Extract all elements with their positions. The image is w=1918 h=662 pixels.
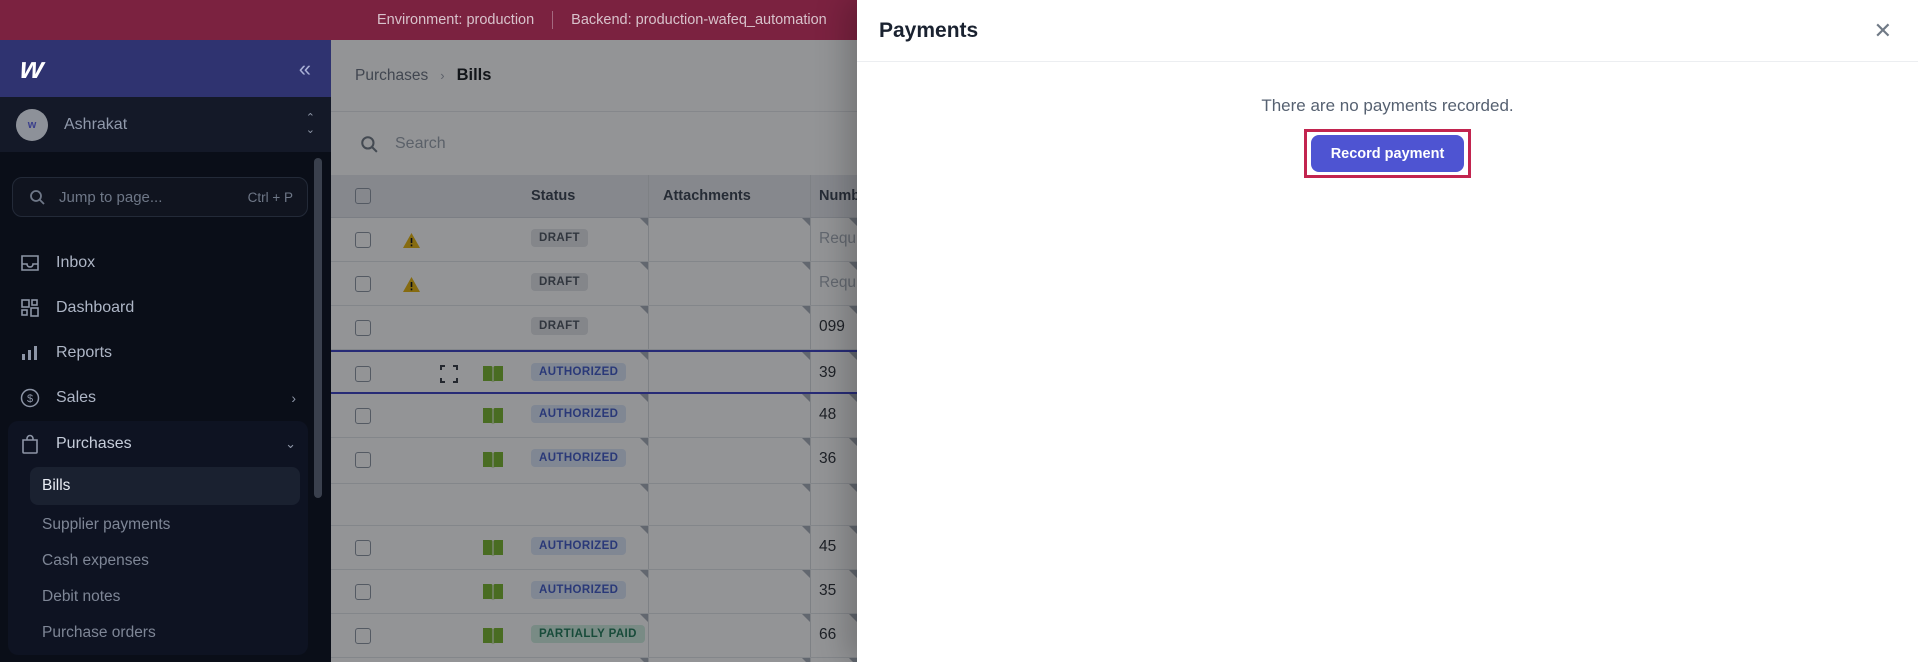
sidebar-item-inbox[interactable]: Inbox: [0, 240, 316, 286]
drawer-scrim[interactable]: [331, 40, 857, 662]
chevron-right-icon: ›: [291, 390, 296, 406]
sidebar-scrollbar[interactable]: [314, 158, 322, 498]
record-payment-button[interactable]: Record payment: [1311, 135, 1465, 172]
sidebar-item-label: Reports: [56, 344, 112, 362]
sidebar-item-dashboard[interactable]: Dashboard: [0, 285, 316, 331]
sidebar-item-supplier-payments[interactable]: Supplier payments: [30, 507, 300, 543]
search-icon: [27, 187, 47, 207]
drawer-header: Payments ✕: [857, 0, 1918, 62]
sidebar-logo-bar: w «: [0, 40, 331, 97]
backend-label: Backend: production-wafeq_automation: [571, 12, 827, 28]
empty-payments-text: There are no payments recorded.: [1261, 96, 1513, 116]
jump-placeholder: Jump to page...: [59, 189, 236, 206]
environment-label: Environment: production: [377, 12, 534, 28]
bag-icon: [20, 434, 40, 454]
sidebar-item-label: Purchases: [56, 435, 132, 453]
sidebar-item-purchases[interactable]: Purchases ⌄: [8, 421, 308, 467]
sidebar-item-label: Inbox: [56, 254, 95, 272]
avatar: w: [16, 109, 48, 141]
drawer-body: There are no payments recorded. Record p…: [857, 62, 1918, 178]
jump-to-page-input[interactable]: Jump to page... Ctrl + P: [12, 177, 308, 217]
sidebar: w « w Ashrakat ⌃⌄ Jump to page... Ctrl +…: [0, 40, 331, 662]
sidebar-collapse-icon[interactable]: «: [299, 58, 311, 80]
sidebar-item-purchase-orders[interactable]: Purchase orders: [30, 615, 300, 651]
purchases-group: Purchases ⌄ BillsSupplier paymentsCash e…: [8, 421, 308, 655]
sidebar-item-bills[interactable]: Bills: [30, 467, 300, 505]
sidebar-item-sales[interactable]: $ Sales ›: [0, 375, 316, 421]
sidebar-item-label: Dashboard: [56, 299, 134, 317]
wafeq-logo[interactable]: w: [18, 54, 44, 84]
chevron-down-icon: ⌄: [285, 436, 296, 452]
sidebar-item-reports[interactable]: Reports: [0, 330, 316, 376]
sidebar-item-debit-notes[interactable]: Debit notes: [30, 579, 300, 615]
svg-text:$: $: [27, 393, 33, 405]
app-root: Environment: production Backend: product…: [0, 0, 1918, 662]
inbox-icon: [20, 253, 40, 273]
dashboard-icon: [20, 298, 40, 318]
annotation-highlight-box: Record payment: [1304, 129, 1472, 178]
close-icon[interactable]: ✕: [1874, 20, 1892, 42]
user-name: Ashrakat: [64, 116, 306, 134]
sales-icon: $: [20, 388, 40, 408]
jump-shortcut: Ctrl + P: [248, 190, 293, 205]
drawer-title: Payments: [879, 19, 978, 43]
user-switcher[interactable]: w Ashrakat ⌃⌄: [0, 97, 331, 152]
reports-icon: [20, 343, 40, 363]
main-content: Purchases › Bills Search Status Attachme…: [331, 40, 857, 662]
chevron-updown-icon: ⌃⌄: [306, 113, 315, 136]
payments-drawer: Payments ✕ There are no payments recorde…: [857, 0, 1918, 662]
sidebar-item-cash-expenses[interactable]: Cash expenses: [30, 543, 300, 579]
sidebar-item-label: Sales: [56, 389, 96, 407]
topbar-divider: [552, 11, 553, 29]
purchases-children: BillsSupplier paymentsCash expensesDebit…: [8, 467, 308, 651]
